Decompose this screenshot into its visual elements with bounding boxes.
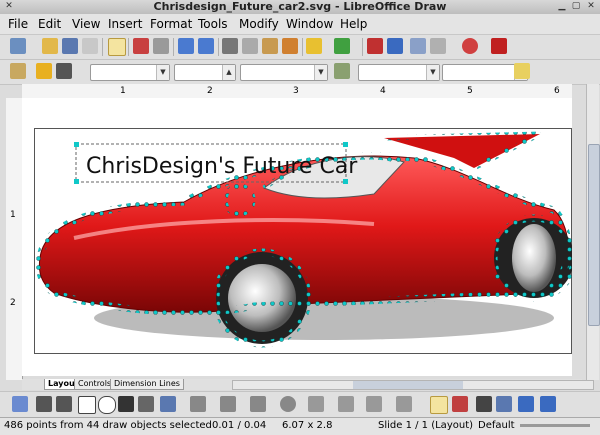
arrow-style-icon[interactable] (56, 63, 72, 79)
slide-indicator: Slide 1 / 1 (Layout) (378, 420, 474, 431)
stars-icon[interactable] (396, 396, 412, 412)
line-color-select[interactable]: ▼ (240, 64, 328, 81)
master-page-name: Default (478, 420, 515, 431)
ruler-tick: 2 (207, 86, 213, 96)
layer-tabs: Layout Controls Dimension Lines (22, 379, 594, 390)
line-width-field[interactable]: ▲ (174, 64, 236, 81)
autospell-icon[interactable] (198, 38, 214, 54)
copy-icon[interactable] (242, 38, 258, 54)
arrow-line-icon[interactable] (56, 396, 72, 412)
status-bar: 486 points from 44 draw objects selected… (0, 417, 600, 435)
line-icon[interactable] (36, 63, 52, 79)
flowchart-icon[interactable] (338, 396, 354, 412)
tab-dimension-lines[interactable]: Dimension Lines (110, 379, 184, 390)
export-pdf-icon[interactable] (133, 38, 149, 54)
menu-modify[interactable]: Modify (239, 16, 279, 32)
rectangle-icon[interactable] (78, 396, 96, 414)
edit-file-icon[interactable] (108, 38, 126, 56)
zoom-icon[interactable] (430, 38, 446, 54)
menu-help[interactable]: Help (340, 16, 367, 32)
headline-text[interactable]: ChrisDesign's Future Car (86, 154, 358, 179)
vertical-scrollbar[interactable] (586, 84, 600, 380)
save-icon[interactable] (62, 38, 78, 54)
callouts-icon[interactable] (366, 396, 382, 412)
scroll-thumb[interactable] (588, 144, 600, 326)
chart-icon[interactable] (367, 38, 383, 54)
hscroll-thumb[interactable] (353, 381, 463, 389)
block-arrows-icon[interactable] (308, 396, 324, 412)
extrusion-icon[interactable] (540, 396, 556, 412)
menu-window[interactable]: Window (286, 16, 333, 32)
tab-controls[interactable]: Controls (74, 379, 116, 390)
window-title: Chrisdesign_Future_car2.svg - LibreOffic… (153, 0, 447, 13)
clone-formatting-icon[interactable] (282, 38, 298, 54)
redo-icon[interactable] (334, 38, 350, 54)
from-file-icon[interactable] (496, 396, 512, 412)
help-icon[interactable] (462, 38, 478, 54)
ruler-tick: 4 (380, 86, 386, 96)
menu-file[interactable]: File (8, 16, 28, 32)
line-filling-toolbar: ▼ ▲ ▼ ▼ ▼ (0, 60, 600, 85)
horizontal-scrollbar[interactable] (232, 380, 594, 390)
line-tool-icon[interactable] (36, 396, 52, 412)
maximize-icon[interactable]: ▢ (570, 1, 582, 12)
menu-tools[interactable]: Tools (198, 16, 228, 32)
vertical-ruler[interactable]: 1 2 (6, 98, 23, 380)
ruler-tick: 6 (554, 86, 560, 96)
position-readout: 0.01 / 0.04 (212, 420, 267, 431)
undo-icon[interactable] (306, 38, 322, 54)
area-style-select[interactable]: ▼ (358, 64, 440, 81)
size-readout: 6.07 x 2.8 (282, 420, 333, 431)
open-icon[interactable] (42, 38, 58, 54)
glue-points-icon[interactable] (452, 396, 468, 412)
email-icon[interactable] (82, 38, 98, 54)
exit-icon[interactable] (491, 38, 507, 54)
connector-icon[interactable] (190, 396, 206, 412)
selection-status: 486 points from 44 draw objects selected (4, 420, 212, 431)
menu-view[interactable]: View (72, 16, 100, 32)
ellipse-icon[interactable] (98, 396, 116, 414)
close-icon[interactable]: ✕ (585, 1, 597, 12)
points-icon[interactable] (430, 396, 448, 414)
new-document-icon[interactable] (10, 38, 26, 54)
menu-format[interactable]: Format (150, 16, 192, 32)
text-icon[interactable] (118, 396, 134, 412)
ruler-tick: 1 (10, 210, 16, 220)
horizontal-ruler[interactable]: 1 2 3 4 5 6 (22, 84, 572, 99)
area-icon[interactable] (334, 63, 350, 79)
drawing-toolbar (0, 391, 600, 417)
ruler-tick: 5 (467, 86, 473, 96)
navigator-icon[interactable] (410, 38, 426, 54)
ruler-tick: 1 (120, 86, 126, 96)
gallery-icon[interactable] (518, 396, 534, 412)
ruler-tick: 3 (293, 86, 299, 96)
standard-toolbar (0, 35, 600, 60)
title-bar: ✕ Chrisdesign_Future_car2.svg - LibreOff… (0, 0, 600, 15)
fontwork-icon[interactable] (476, 396, 492, 412)
menu-bar: File Edit View Insert Format Tools Modif… (0, 14, 600, 35)
print-icon[interactable] (153, 38, 169, 54)
car-drawing[interactable]: ChrisDesign's Future Car (34, 128, 572, 354)
menu-edit[interactable]: Edit (38, 16, 61, 32)
line-style-select[interactable]: ▼ (90, 64, 170, 81)
ruler-tick: 2 (10, 298, 16, 308)
styles-icon[interactable] (10, 63, 26, 79)
minimize-icon[interactable]: ▁ (556, 1, 568, 12)
basic-shapes-icon[interactable] (250, 396, 266, 412)
paste-icon[interactable] (262, 38, 278, 54)
lines-arrows-icon[interactable] (220, 396, 236, 412)
spelling-icon[interactable] (178, 38, 194, 54)
curve-icon[interactable] (160, 396, 176, 412)
zoom-slider[interactable] (520, 424, 590, 427)
callout-icon[interactable] (138, 396, 154, 412)
shadow-icon[interactable] (514, 63, 530, 79)
cut-icon[interactable] (222, 38, 238, 54)
menu-insert[interactable]: Insert (108, 16, 142, 32)
hyperlink-icon[interactable] (387, 38, 403, 54)
symbol-shapes-icon[interactable] (280, 396, 296, 412)
select-arrow-icon[interactable] (12, 396, 28, 412)
